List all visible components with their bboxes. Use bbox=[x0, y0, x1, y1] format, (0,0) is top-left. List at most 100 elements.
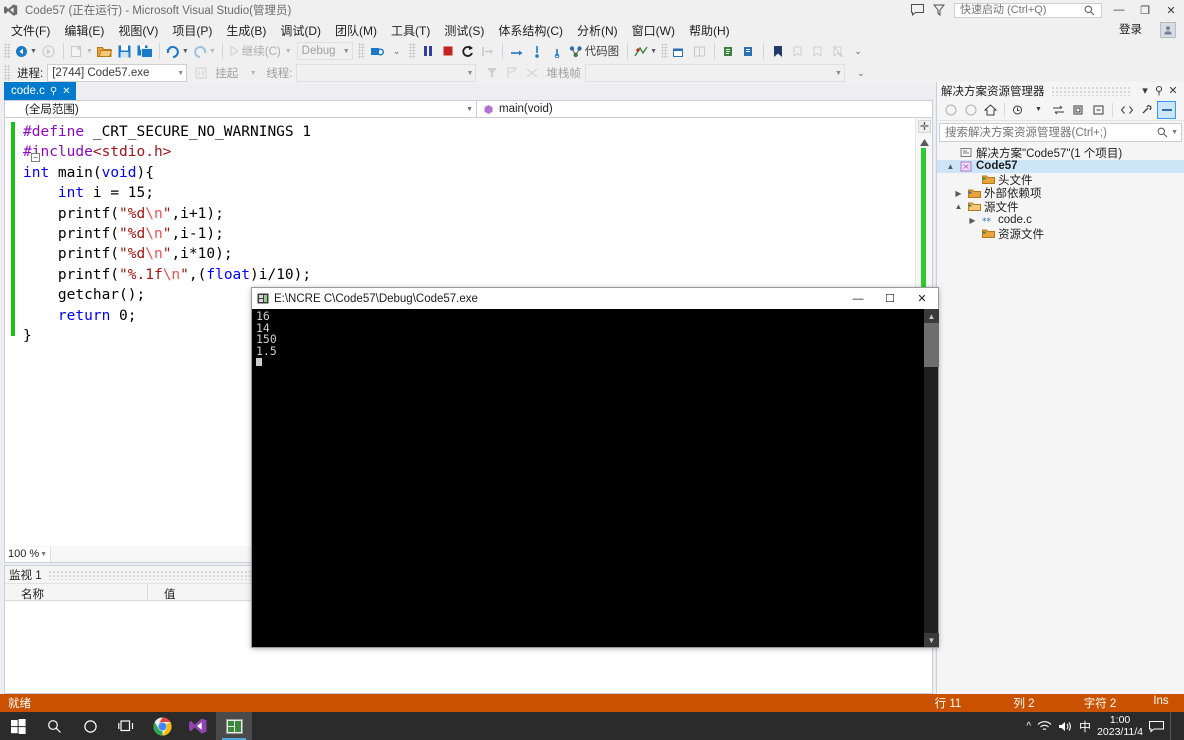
toolbar-overflow-icon[interactable]: ⌄ bbox=[848, 41, 868, 61]
filter-icon[interactable] bbox=[928, 0, 950, 20]
navigate-backward-icon[interactable]: ▼ bbox=[13, 41, 39, 61]
menu-team[interactable]: 团队(M) bbox=[328, 20, 384, 41]
forward-icon[interactable] bbox=[961, 101, 980, 119]
toolbar-overflow-icon[interactable]: ⌄ bbox=[387, 41, 407, 61]
tree-node-project[interactable]: ▲ Code57 bbox=[937, 159, 1184, 173]
scroll-up-arrow-icon[interactable] bbox=[919, 136, 930, 146]
attach-to-process-icon[interactable] bbox=[367, 41, 387, 61]
feedback-icon[interactable] bbox=[906, 0, 928, 20]
task-view-icon[interactable] bbox=[108, 712, 144, 740]
chevron-down-icon[interactable]: ▼ bbox=[831, 70, 842, 77]
zoom-level-combo[interactable]: 100 % ▼ bbox=[5, 546, 51, 562]
chevron-down-icon[interactable]: ▼ bbox=[86, 48, 93, 55]
console-minimize-button[interactable]: — bbox=[842, 288, 874, 309]
collapse-region-icon[interactable]: − bbox=[31, 153, 40, 162]
toolbar-grip[interactable] bbox=[408, 43, 416, 59]
expander-expand-icon[interactable]: ▶ bbox=[967, 216, 978, 225]
volume-icon[interactable] bbox=[1058, 720, 1073, 733]
console-close-button[interactable]: ✕ bbox=[906, 288, 938, 309]
menu-debug[interactable]: 调试(D) bbox=[273, 20, 328, 41]
stack-frame-combo[interactable]: ▼ bbox=[584, 64, 845, 82]
toolbar-grip[interactable] bbox=[4, 43, 11, 59]
member-dropdown[interactable]: main(void) bbox=[477, 103, 932, 115]
open-file-icon[interactable] bbox=[95, 41, 115, 61]
save-icon[interactable] bbox=[115, 41, 135, 61]
preview-selected-items-icon[interactable] bbox=[1157, 100, 1176, 119]
stop-debugging-icon[interactable] bbox=[438, 41, 458, 61]
pause-icon[interactable] bbox=[418, 41, 438, 61]
solution-configuration-combo[interactable]: Debug ▼ bbox=[296, 42, 353, 60]
chevron-down-icon[interactable]: ▼ bbox=[209, 48, 216, 55]
menu-window[interactable]: 窗口(W) bbox=[625, 20, 682, 41]
chevron-down-icon[interactable]: ▼ bbox=[40, 551, 47, 558]
previous-bookmark-icon[interactable] bbox=[788, 41, 808, 61]
panel-drag-handle[interactable] bbox=[1050, 85, 1132, 96]
expander-collapse-icon[interactable]: ▲ bbox=[953, 202, 964, 211]
expander-expand-icon[interactable]: ▶ bbox=[953, 189, 964, 198]
toolbar-grip[interactable] bbox=[357, 43, 365, 59]
scope-dropdown[interactable]: (全局范围) ▼ bbox=[5, 101, 477, 117]
next-bookmark-icon[interactable] bbox=[808, 41, 828, 61]
collapse-all-icon[interactable] bbox=[1089, 101, 1108, 119]
pin-icon[interactable]: ⚲ bbox=[1152, 84, 1166, 97]
menu-project[interactable]: 项目(P) bbox=[165, 20, 219, 41]
sync-with-active-document-icon[interactable] bbox=[1049, 101, 1068, 119]
back-icon[interactable] bbox=[941, 101, 960, 119]
new-project-icon[interactable]: ▼ bbox=[68, 41, 95, 61]
view-code-icon[interactable] bbox=[1117, 101, 1136, 119]
step-out-icon[interactable] bbox=[547, 41, 567, 61]
suspend-icon[interactable] bbox=[191, 63, 211, 83]
continue-button[interactable]: 继续(C) ▼ bbox=[227, 41, 294, 61]
clear-bookmarks-icon[interactable] bbox=[828, 41, 848, 61]
split-view-icon[interactable]: ✛ bbox=[918, 120, 931, 133]
restore-button[interactable]: ❐ bbox=[1132, 0, 1158, 20]
chevron-down-icon[interactable]: ▼ bbox=[285, 48, 292, 55]
taskbar-console-app-icon[interactable] bbox=[216, 712, 252, 740]
unflag-threads-icon[interactable] bbox=[522, 63, 542, 83]
tree-node-resource-files[interactable]: 资源文件 bbox=[937, 227, 1184, 241]
bookmark-icon[interactable] bbox=[768, 41, 788, 61]
chevron-down-icon[interactable]: ▼ bbox=[182, 48, 189, 55]
scroll-down-arrow-icon[interactable]: ▼ bbox=[924, 633, 939, 647]
flag-threads-icon[interactable] bbox=[502, 63, 522, 83]
home-icon[interactable] bbox=[981, 101, 1000, 119]
ime-indicator[interactable]: 中 bbox=[1079, 718, 1091, 735]
undo-icon[interactable]: ▼ bbox=[164, 41, 191, 61]
tree-node-solution[interactable]: 解决方案"Code57"(1 个项目) bbox=[937, 146, 1184, 160]
chevron-down-icon[interactable]: ▼ bbox=[30, 48, 37, 55]
menu-test[interactable]: 测试(S) bbox=[437, 20, 491, 41]
cortana-icon[interactable] bbox=[72, 712, 108, 740]
console-window[interactable]: E:\NCRE C\Code57\Debug\Code57.exe — ☐ ✕ … bbox=[251, 287, 939, 648]
scroll-up-arrow-icon[interactable]: ▲ bbox=[924, 309, 939, 323]
filter-threads-icon[interactable] bbox=[482, 63, 502, 83]
split-window-icon[interactable] bbox=[690, 41, 710, 61]
step-over-icon[interactable] bbox=[507, 41, 527, 61]
quick-launch-box[interactable] bbox=[954, 2, 1102, 18]
taskbar-clock[interactable]: 1:00 2023/11/4 bbox=[1097, 714, 1143, 738]
chevron-down-icon[interactable]: ▼ bbox=[173, 70, 184, 77]
taskbar-chrome-icon[interactable] bbox=[144, 712, 180, 740]
tree-node-header-files[interactable]: 头文件 bbox=[937, 173, 1184, 187]
properties-icon[interactable] bbox=[1137, 101, 1156, 119]
show-desktop-button[interactable] bbox=[1170, 712, 1178, 740]
document-tab-code-c[interactable]: code.c ⚲ ✕ bbox=[4, 82, 76, 100]
menu-analyze[interactable]: 分析(N) bbox=[570, 20, 625, 41]
console-body[interactable]: 16 14 150 1.5 ▲ ▼ bbox=[252, 309, 939, 647]
toolbar-grip[interactable] bbox=[661, 43, 669, 59]
account-avatar[interactable] bbox=[1160, 22, 1176, 38]
expander-collapse-icon[interactable]: ▲ bbox=[945, 162, 956, 171]
save-all-icon[interactable] bbox=[135, 41, 155, 61]
chevron-down-icon[interactable]: ▼ bbox=[462, 70, 473, 77]
pending-changes-icon[interactable] bbox=[1009, 101, 1028, 119]
solution-explorer-search-box[interactable]: ▼ bbox=[939, 123, 1182, 142]
quick-launch-input[interactable] bbox=[958, 3, 1084, 17]
network-icon[interactable] bbox=[1037, 720, 1052, 733]
refresh-icon[interactable] bbox=[1069, 101, 1088, 119]
redo-icon[interactable]: ▼ bbox=[191, 41, 218, 61]
toolbar-overflow-icon[interactable]: ⌄ bbox=[851, 63, 871, 83]
thread-combo[interactable]: ▼ bbox=[296, 64, 477, 82]
menu-help[interactable]: 帮助(H) bbox=[682, 20, 737, 41]
notification-icon[interactable] bbox=[1149, 720, 1164, 733]
uncomment-selection-icon[interactable] bbox=[739, 41, 759, 61]
chevron-down-icon[interactable]: ▼ bbox=[339, 48, 350, 55]
